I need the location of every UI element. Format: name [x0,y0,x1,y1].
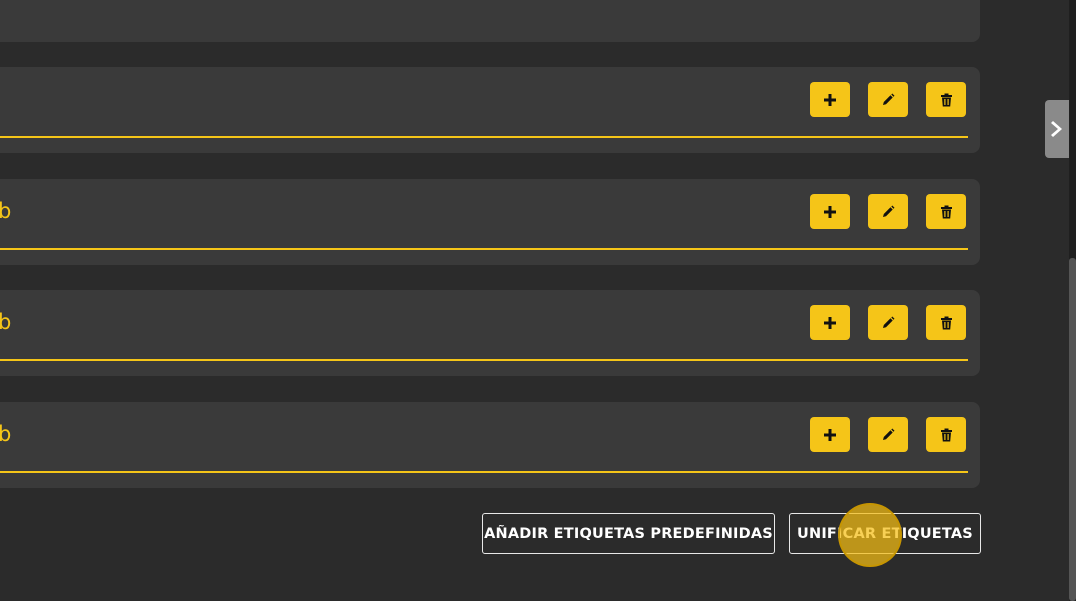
edit-button[interactable] [868,305,908,340]
tag-underline [0,359,968,361]
trash-icon [940,205,952,218]
edit-button[interactable] [868,194,908,229]
tag-row: b [0,402,980,488]
side-panel-toggle[interactable] [1045,100,1069,158]
trash-icon [940,316,952,329]
plus-icon [824,316,836,329]
previous-card [0,0,980,42]
delete-button[interactable] [926,305,966,340]
scrollbar-thumb[interactable] [1069,258,1076,601]
add-button[interactable] [810,82,850,117]
pencil-icon [883,428,895,440]
pencil-icon [883,205,895,217]
trash-icon [940,428,952,441]
tag-manager-page: b b b AÑADIR ETIQUETAS PREDEFINIDAS UNIF… [0,0,1076,601]
tag-label: b [0,310,12,334]
tag-underline [0,248,968,250]
click-indicator [838,503,902,567]
delete-button[interactable] [926,194,966,229]
delete-button[interactable] [926,417,966,452]
chevron-right-icon [1051,121,1062,137]
plus-icon [824,428,836,441]
plus-icon [824,93,836,106]
tag-label: b [0,199,12,223]
edit-button[interactable] [868,417,908,452]
tag-underline [0,471,968,473]
pencil-icon [883,316,895,328]
delete-button[interactable] [926,82,966,117]
add-button[interactable] [810,194,850,229]
tag-row: b [0,290,980,376]
pencil-icon [883,93,895,105]
add-predefined-tags-button[interactable]: AÑADIR ETIQUETAS PREDEFINIDAS [482,513,775,554]
tag-row: b [0,179,980,265]
add-button[interactable] [810,305,850,340]
tag-row: b [0,67,980,153]
tag-label: b [0,422,12,446]
add-button[interactable] [810,417,850,452]
edit-button[interactable] [868,82,908,117]
trash-icon [940,93,952,106]
plus-icon [824,205,836,218]
tag-underline [0,136,968,138]
